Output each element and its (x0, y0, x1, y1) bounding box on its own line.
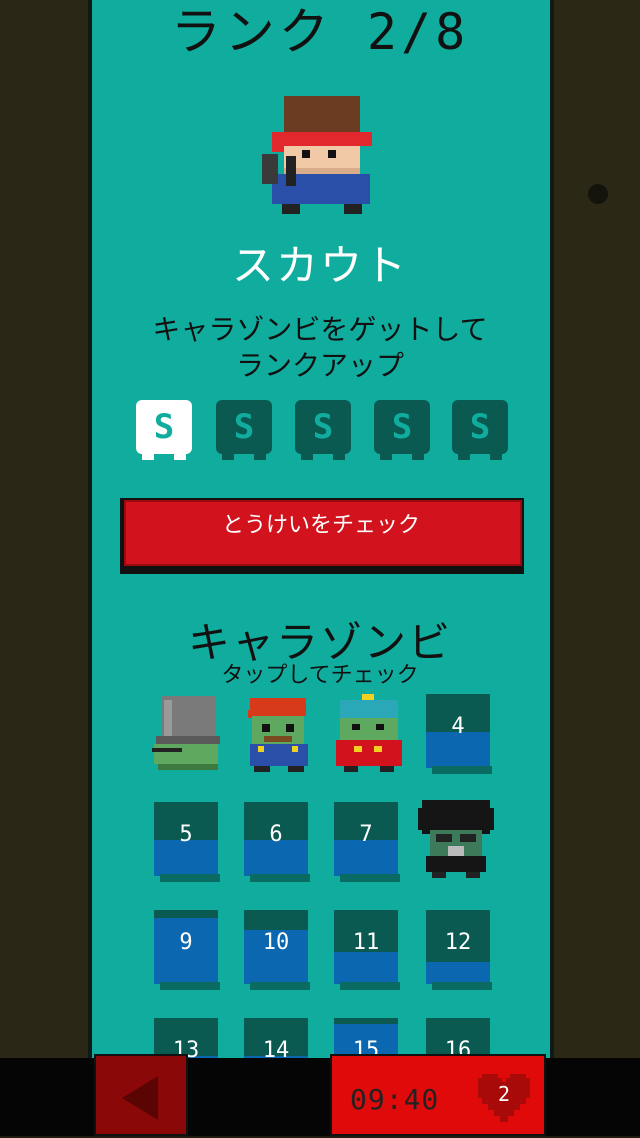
check-stats-button[interactable]: とうけいをチェック (118, 494, 524, 574)
zombie-cell-2[interactable] (242, 694, 314, 776)
zombie-section-title: キャラゾンビ (187, 618, 452, 667)
badge-letter: S (469, 407, 491, 447)
rank-title: ランク 2/8 (170, 3, 470, 61)
zombie-cell-number: 11 (352, 930, 380, 955)
zombie-cell-4[interactable]: 4 (422, 694, 494, 776)
zombie-cell-9[interactable]: 9 (150, 910, 222, 992)
zombie-cell-5[interactable]: 5 (150, 802, 222, 884)
zombie-cell-number: 7 (359, 822, 373, 847)
zombie-cell-number: 10 (262, 930, 290, 955)
heart-timer: 09:40 (350, 1083, 440, 1116)
heart-count: 2 (497, 1082, 511, 1106)
afro-zombie-icon (418, 800, 494, 878)
description-line-2: ランクアップ (235, 349, 404, 382)
plumber-zombie-icon (248, 698, 308, 772)
check-stats-label: とうけいをチェック (221, 513, 420, 538)
zombie-cell-1[interactable] (150, 694, 222, 776)
back-button[interactable] (94, 1054, 188, 1136)
scout-avatar-icon (262, 96, 372, 214)
badge-letter: S (153, 407, 175, 447)
zombie-cell-3[interactable] (332, 694, 404, 776)
zombie-cell-number: 5 (179, 822, 193, 847)
background-dot (588, 184, 608, 204)
badge-letter: S (312, 407, 334, 447)
description-line-1: キャラゾンビをゲットして (152, 313, 488, 346)
badge-5: S (452, 400, 508, 462)
zombie-cell-6[interactable]: 6 (240, 802, 312, 884)
zombie-cell-7[interactable]: 7 (330, 802, 402, 884)
rank-description: キャラゾンビをゲットして ランクアップ (0, 312, 640, 384)
background-right (554, 0, 640, 1136)
timer-hearts-panel[interactable]: 09:40 2 (330, 1054, 546, 1136)
zombie-section-subtitle: タップしてチェック (221, 663, 419, 688)
bucket-zombie-icon (152, 696, 220, 770)
zombie-cell-11[interactable]: 11 (330, 910, 402, 992)
badge-letter: S (391, 407, 413, 447)
zombie-cell-number: 9 (179, 930, 193, 955)
badge-1: S (136, 400, 192, 462)
badge-letter: S (233, 407, 255, 447)
class-name: スカウト (231, 241, 408, 290)
badge-2: S (216, 400, 272, 462)
badge-3: S (295, 400, 351, 462)
zombie-cell-number: 4 (451, 714, 465, 739)
heart-counter: 2 (476, 1070, 532, 1122)
zombie-cell-12[interactable]: 12 (422, 910, 494, 992)
badge-4: S (374, 400, 430, 462)
rank-badges: S S S S S (136, 400, 512, 462)
zombie-cell-8[interactable] (418, 798, 494, 880)
zombie-cell-number: 6 (269, 822, 283, 847)
school-zombie-icon (336, 694, 402, 772)
zombie-cell-number: 12 (444, 930, 472, 955)
back-arrow-icon (122, 1076, 158, 1120)
background-left (0, 0, 88, 1136)
zombie-grid: 4 5 6 7 9 10 11 12 13 14 15 16 (150, 694, 500, 1092)
zombie-cell-10[interactable]: 10 (240, 910, 312, 992)
